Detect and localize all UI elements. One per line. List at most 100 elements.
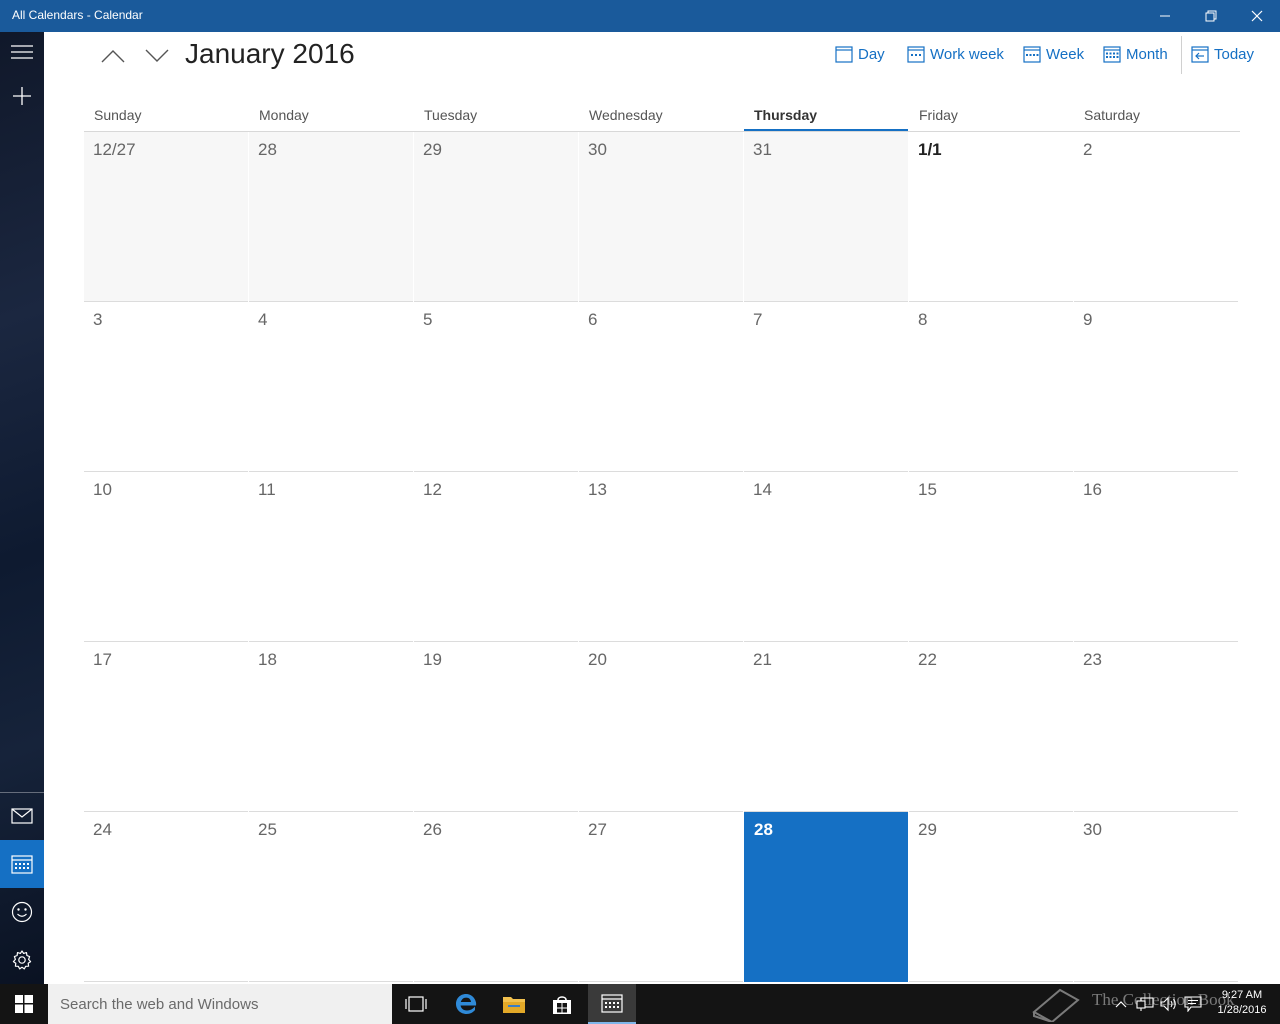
day-cell[interactable]: 25 — [249, 812, 413, 982]
day-view-icon — [835, 46, 853, 63]
day-cell[interactable]: 28 — [744, 812, 908, 982]
day-cell[interactable]: 22 — [909, 642, 1073, 812]
speaker-icon — [1160, 996, 1176, 1012]
day-view-button[interactable]: Day — [835, 42, 885, 66]
day-cell[interactable]: 6 — [579, 302, 743, 472]
view-divider — [1181, 36, 1182, 74]
mail-button[interactable] — [0, 792, 44, 840]
edge-button[interactable] — [442, 984, 490, 1024]
day-cell[interactable]: 30 — [1074, 812, 1238, 982]
day-cell[interactable]: 3 — [84, 302, 248, 472]
day-cell[interactable]: 10 — [84, 472, 248, 642]
day-cell[interactable]: 18 — [249, 642, 413, 812]
day-number: 25 — [258, 820, 277, 839]
file-explorer-button[interactable] — [490, 984, 538, 1024]
day-number: 12 — [423, 480, 442, 499]
network-button[interactable] — [1134, 994, 1156, 1014]
day-number: 21 — [753, 650, 772, 669]
day-cell[interactable]: 29 — [414, 132, 578, 302]
minimize-icon — [1160, 15, 1170, 17]
next-month-button[interactable] — [137, 40, 177, 72]
clock[interactable]: 9:27 AM 1/28/2016 — [1208, 988, 1276, 1018]
day-cell[interactable]: 11 — [249, 472, 413, 642]
feedback-button[interactable] — [0, 888, 44, 936]
day-cell[interactable]: 24 — [84, 812, 248, 982]
calendar-taskbar-button[interactable] — [588, 984, 636, 1024]
previous-month-button[interactable] — [93, 40, 133, 72]
day-number: 22 — [918, 650, 937, 669]
day-cell[interactable]: 23 — [1074, 642, 1238, 812]
day-number: 5 — [423, 310, 433, 329]
day-cell[interactable]: 12 — [414, 472, 578, 642]
book-icon — [1032, 988, 1080, 1024]
weekday-sunday: Sunday — [94, 107, 142, 123]
month-view-label: Month — [1126, 45, 1168, 63]
day-cell[interactable]: 27 — [579, 812, 743, 982]
hamburger-menu-button[interactable] — [0, 28, 44, 76]
day-number: 28 — [754, 820, 773, 839]
day-cell[interactable]: 5 — [414, 302, 578, 472]
close-button[interactable] — [1234, 0, 1280, 32]
today-button[interactable]: Today — [1191, 42, 1254, 66]
day-cell[interactable]: 21 — [744, 642, 908, 812]
day-cell[interactable]: 9 — [1074, 302, 1238, 472]
day-cell[interactable]: 20 — [579, 642, 743, 812]
day-cell[interactable]: 4 — [249, 302, 413, 472]
day-number: 9 — [1083, 310, 1093, 329]
month-view-button[interactable]: Month — [1103, 42, 1168, 66]
store-button[interactable] — [538, 984, 586, 1024]
day-cell[interactable]: 19 — [414, 642, 578, 812]
day-cell[interactable]: 2 — [1074, 132, 1238, 302]
day-cell[interactable]: 31 — [744, 132, 908, 302]
day-number: 19 — [423, 650, 442, 669]
start-button[interactable] — [0, 984, 48, 1024]
plus-icon — [13, 87, 31, 105]
left-rail — [0, 32, 44, 984]
day-number: 18 — [258, 650, 277, 669]
day-number: 12/27 — [93, 140, 136, 159]
day-cell[interactable]: 12/27 — [84, 132, 248, 302]
new-event-button[interactable] — [0, 72, 44, 120]
store-icon — [553, 996, 571, 1014]
volume-button[interactable] — [1158, 994, 1180, 1014]
day-cell[interactable]: 28 — [249, 132, 413, 302]
weekday-thursday: Thursday — [744, 102, 908, 132]
day-cell[interactable]: 30 — [579, 132, 743, 302]
calendar-button[interactable] — [0, 840, 44, 888]
calendar-icon — [601, 994, 623, 1013]
day-cell[interactable]: 29 — [909, 812, 1073, 982]
day-number: 13 — [588, 480, 607, 499]
day-cell[interactable]: 15 — [909, 472, 1073, 642]
minimize-button[interactable] — [1142, 0, 1188, 32]
day-cell[interactable]: 17 — [84, 642, 248, 812]
day-number: 7 — [753, 310, 763, 329]
restore-button[interactable] — [1188, 0, 1234, 32]
settings-button[interactable] — [0, 936, 44, 984]
day-cell[interactable]: 1/1 — [909, 132, 1073, 302]
action-center-button[interactable] — [1182, 994, 1204, 1014]
work-week-view-button[interactable]: Work week — [907, 42, 1004, 66]
week-view-button[interactable]: Week — [1023, 42, 1084, 66]
day-cell[interactable]: 13 — [579, 472, 743, 642]
weekday-header: Sunday Monday Tuesday Wednesday Thursday Frid… — [84, 102, 1240, 132]
day-cell[interactable]: 8 — [909, 302, 1073, 472]
day-cell[interactable]: 14 — [744, 472, 908, 642]
task-view-button[interactable] — [392, 984, 440, 1024]
close-icon — [1251, 10, 1263, 22]
day-number: 14 — [753, 480, 772, 499]
today-icon — [1191, 46, 1209, 63]
day-number: 28 — [258, 140, 277, 159]
search-box[interactable]: Search the web and Windows — [48, 984, 392, 1024]
week-view-icon — [1023, 46, 1041, 63]
show-hidden-icons-button[interactable] — [1110, 994, 1132, 1014]
day-cell[interactable]: 7 — [744, 302, 908, 472]
day-view-label: Day — [858, 45, 885, 63]
day-number: 1/1 — [918, 140, 942, 159]
day-cell[interactable]: 26 — [414, 812, 578, 982]
day-number: 30 — [588, 140, 607, 159]
calendar-main: January 2016 Day Work week Week Month To… — [44, 32, 1280, 984]
day-cell[interactable]: 16 — [1074, 472, 1238, 642]
clock-time: 9:27 AM — [1221, 989, 1263, 1001]
day-number: 15 — [918, 480, 937, 499]
day-number: 3 — [93, 310, 103, 329]
